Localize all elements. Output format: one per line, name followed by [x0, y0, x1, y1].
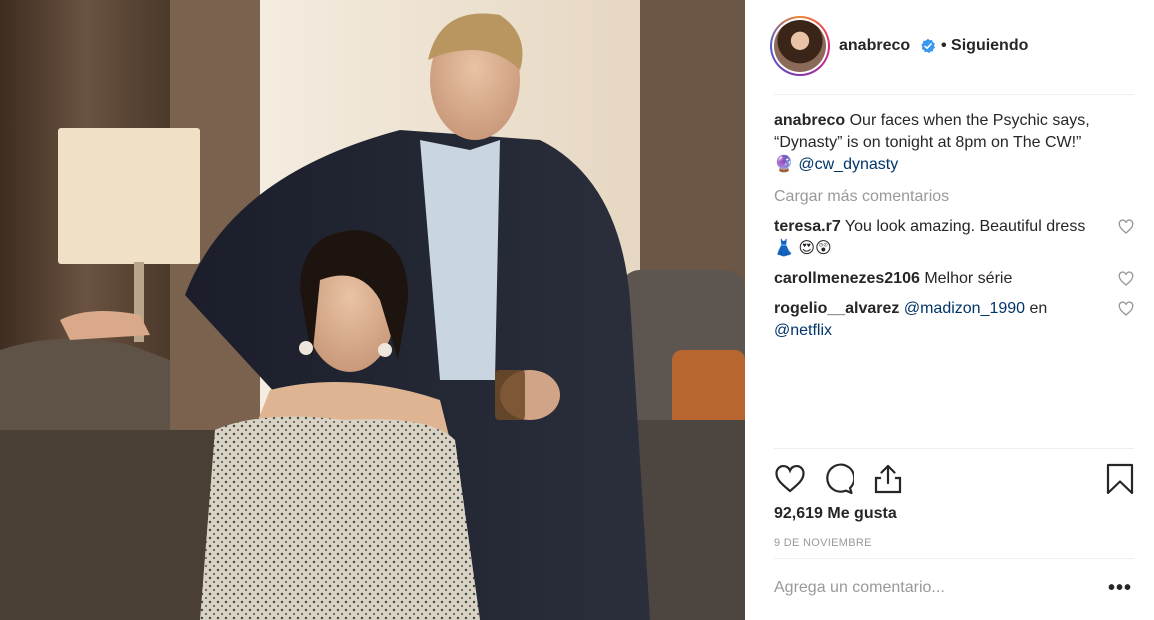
comment-input[interactable] — [774, 579, 1074, 597]
action-bar — [774, 448, 1134, 495]
likes-count[interactable]: 92,619 Me gusta — [774, 505, 897, 523]
comment-bubble-icon[interactable] — [822, 463, 854, 495]
comment-username-link[interactable]: teresa.r7 — [774, 218, 841, 235]
comment-emoji: 👗 😍😲 — [774, 240, 832, 257]
avatar[interactable] — [770, 16, 830, 76]
comment-text: Melhor série — [924, 270, 1013, 287]
comment-like-heart-icon[interactable] — [1118, 301, 1134, 317]
post-photo[interactable] — [0, 0, 745, 620]
heart-icon[interactable] — [774, 463, 806, 495]
comment-item: rogelio__alvarez @madizon_1990 en @netfl… — [774, 298, 1134, 342]
bookmark-icon[interactable] — [1104, 463, 1136, 495]
share-icon[interactable] — [872, 463, 904, 495]
comment-mention-link[interactable]: @netflix — [774, 322, 832, 339]
caption-mention-link[interactable]: @cw_dynasty — [798, 156, 898, 173]
following-button[interactable]: • Siguiendo — [941, 37, 1028, 55]
more-options-button[interactable]: ••• — [1108, 577, 1132, 600]
caption-username-link[interactable]: anabreco — [774, 112, 845, 129]
comment-item: carollmenezes2106 Melhor série — [774, 268, 1134, 290]
verified-badge-icon — [921, 38, 935, 54]
comment-text: en — [1029, 300, 1048, 317]
comments-list: anabreco Our faces when the Psychic says… — [774, 110, 1134, 350]
post-caption: anabreco Our faces when the Psychic says… — [774, 110, 1134, 176]
load-more-comments-button[interactable]: Cargar más comentarios — [774, 186, 1134, 208]
post-photo-image — [0, 0, 745, 620]
header-username-link[interactable]: anabreco — [839, 37, 910, 55]
comment-item: teresa.r7 You look amazing. Beautiful dr… — [774, 216, 1134, 260]
crystal-ball-emoji: 🔮 — [774, 156, 794, 173]
header-divider — [774, 94, 1134, 95]
comment-like-heart-icon[interactable] — [1118, 219, 1134, 235]
post-date: 9 DE NOVIEMBRE — [774, 537, 872, 549]
comment-mention-link[interactable]: @madizon_1990 — [904, 300, 1025, 317]
comment-text: You look amazing. Beautiful dress — [844, 218, 1086, 235]
post-side-panel: anabreco • Siguiendo anabreco Our faces … — [745, 0, 1154, 620]
add-comment-bar: ••• — [774, 558, 1134, 620]
comment-username-link[interactable]: rogelio__alvarez — [774, 300, 899, 317]
post-header: anabreco • Siguiendo — [745, 0, 1154, 95]
comment-like-heart-icon[interactable] — [1118, 271, 1134, 287]
comment-username-link[interactable]: carollmenezes2106 — [774, 270, 920, 287]
